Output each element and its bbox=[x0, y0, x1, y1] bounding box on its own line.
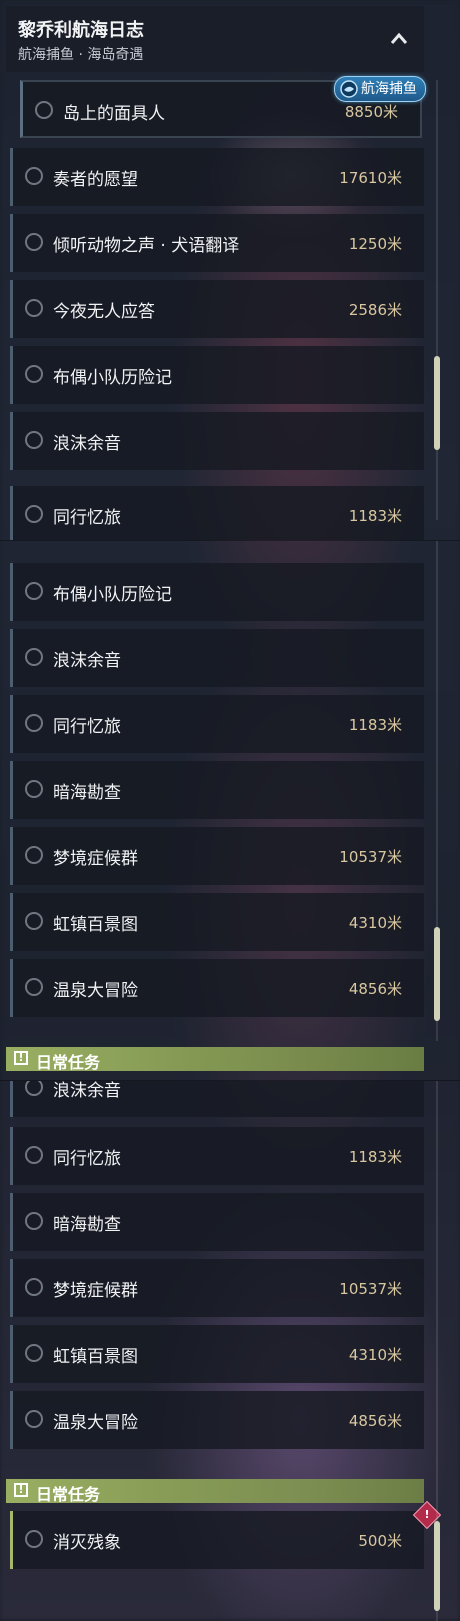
quest-checkbox[interactable] bbox=[25, 648, 43, 666]
quest-row[interactable]: 布偶小队历险记 bbox=[10, 346, 424, 404]
daily-tasks-label: 日常任务 bbox=[36, 1485, 101, 1504]
screenshot-segment-1: 黎乔利航海日志 航海捕鱼 · 海岛奇遇 岛上的面具人 8850米 航海捕鱼 奏者… bbox=[0, 0, 460, 540]
panel-title: 黎乔利航海日志 bbox=[18, 20, 144, 41]
quest-checkbox[interactable] bbox=[25, 167, 43, 185]
quest-title: 虹镇百景图 bbox=[53, 915, 138, 935]
quest-checkbox[interactable] bbox=[25, 846, 43, 864]
quest-title: 梦境症候群 bbox=[53, 1281, 138, 1301]
screenshot-segment-3: 浪沫余音 同行忆旅 1183米 暗海勘查 梦境症候群 10537米 虹镇百景图 … bbox=[0, 1080, 460, 1621]
quest-distance: 4310米 bbox=[348, 1346, 402, 1364]
quest-checkbox[interactable] bbox=[25, 1212, 43, 1230]
quest-row[interactable]: 温泉大冒险 4856米 bbox=[10, 1391, 424, 1449]
quest-checkbox[interactable] bbox=[25, 1081, 43, 1096]
quest-title: 温泉大冒险 bbox=[53, 1413, 138, 1433]
quest-title: 奏者的愿望 bbox=[53, 170, 138, 190]
quest-title: 温泉大冒险 bbox=[53, 981, 138, 1001]
quest-title: 今夜无人应答 bbox=[53, 302, 155, 322]
quest-row[interactable]: 虹镇百景图 4310米 bbox=[10, 893, 424, 951]
quest-checkbox[interactable] bbox=[25, 780, 43, 798]
quest-row[interactable]: 暗海勘查 bbox=[10, 761, 424, 819]
quest-checkbox[interactable] bbox=[25, 978, 43, 996]
quest-title: 梦境症候群 bbox=[53, 849, 138, 869]
quest-distance: 10537米 bbox=[339, 1280, 402, 1298]
quest-checkbox[interactable] bbox=[25, 912, 43, 930]
quest-distance: 17610米 bbox=[339, 169, 402, 187]
quest-title: 消灭残象 bbox=[53, 1533, 121, 1553]
quest-distance: 4856米 bbox=[348, 980, 402, 998]
quest-title: 倾听动物之声 · 犬语翻译 bbox=[53, 236, 240, 256]
quest-checkbox[interactable] bbox=[25, 365, 43, 383]
quest-row[interactable]: 浪沫余音 bbox=[10, 629, 424, 687]
scrollbar-track[interactable] bbox=[436, 80, 438, 520]
daily-task-row[interactable]: 消灭残象 500米 bbox=[10, 1511, 424, 1569]
quest-row[interactable]: 虹镇百景图 4310米 bbox=[10, 1325, 424, 1383]
quest-distance: 500米 bbox=[358, 1532, 402, 1550]
quest-distance: 1183米 bbox=[348, 1148, 402, 1166]
fishing-icon bbox=[340, 80, 358, 98]
quest-checkbox[interactable] bbox=[25, 299, 43, 317]
chevron-up-icon[interactable] bbox=[388, 28, 410, 50]
scrollbar-thumb[interactable] bbox=[434, 1521, 440, 1611]
quest-checkbox[interactable] bbox=[25, 714, 43, 732]
quest-distance: 4310米 bbox=[348, 914, 402, 932]
quest-title: 布偶小队历险记 bbox=[53, 368, 172, 388]
quest-checkbox[interactable] bbox=[35, 101, 53, 119]
quest-title: 同行忆旅 bbox=[53, 717, 121, 737]
quest-distance: 1183米 bbox=[348, 716, 402, 734]
quest-title: 暗海勘查 bbox=[53, 1215, 121, 1235]
quest-title: 暗海勘查 bbox=[53, 783, 121, 803]
quest-title: 浪沫余音 bbox=[53, 434, 121, 454]
quest-checkbox[interactable] bbox=[25, 582, 43, 600]
quest-row[interactable]: 浪沫余音 bbox=[10, 1081, 424, 1117]
quest-checkbox[interactable] bbox=[25, 1344, 43, 1362]
fishing-tag: 航海捕鱼 bbox=[334, 76, 426, 102]
quest-checkbox[interactable] bbox=[25, 431, 43, 449]
scrollbar-thumb[interactable] bbox=[434, 927, 440, 1021]
quest-row[interactable]: 同行忆旅 1183米 bbox=[10, 486, 424, 540]
quest-distance: 8850米 bbox=[344, 103, 398, 121]
exclamation-icon: ! bbox=[14, 1051, 28, 1065]
quest-panel-header[interactable]: 黎乔利航海日志 航海捕鱼 · 海岛奇遇 bbox=[6, 6, 424, 72]
daily-tasks-header[interactable]: ! 日常任务 bbox=[6, 1479, 424, 1504]
quest-row[interactable]: 布偶小队历险记 bbox=[10, 563, 424, 621]
quest-title: 虹镇百景图 bbox=[53, 1347, 138, 1367]
quest-distance: 2586米 bbox=[348, 301, 402, 319]
quest-title: 布偶小队历险记 bbox=[53, 585, 172, 605]
quest-row[interactable]: 倾听动物之声 · 犬语翻译 1250米 bbox=[10, 214, 424, 272]
quest-title: 同行忆旅 bbox=[53, 508, 121, 528]
screenshot-segment-2: 布偶小队历险记 浪沫余音 同行忆旅 1183米 暗海勘查 梦境症候群 10537… bbox=[0, 540, 460, 1081]
panel-subtitle: 航海捕鱼 · 海岛奇遇 bbox=[18, 47, 144, 63]
daily-tasks-label: 日常任务 bbox=[36, 1053, 101, 1072]
quest-distance: 1183米 bbox=[348, 507, 402, 525]
quest-row[interactable]: 同行忆旅 1183米 bbox=[10, 695, 424, 753]
quest-checkbox[interactable] bbox=[25, 1530, 43, 1548]
quest-checkbox[interactable] bbox=[25, 505, 43, 523]
quest-row[interactable]: 今夜无人应答 2586米 bbox=[10, 280, 424, 338]
quest-checkbox[interactable] bbox=[25, 1146, 43, 1164]
quest-checkbox[interactable] bbox=[25, 1278, 43, 1296]
quest-checkbox[interactable] bbox=[25, 233, 43, 251]
quest-row[interactable]: 梦境症候群 10537米 bbox=[10, 1259, 424, 1317]
quest-row[interactable]: 奏者的愿望 17610米 bbox=[10, 148, 424, 206]
exclamation-icon: ! bbox=[14, 1483, 28, 1497]
quest-title: 同行忆旅 bbox=[53, 1149, 121, 1169]
quest-checkbox[interactable] bbox=[25, 1410, 43, 1428]
quest-title: 浪沫余音 bbox=[53, 1081, 121, 1101]
quest-row[interactable]: 同行忆旅 1183米 bbox=[10, 1127, 424, 1185]
quest-row[interactable]: 温泉大冒险 4856米 bbox=[10, 959, 424, 1017]
scrollbar-thumb[interactable] bbox=[434, 356, 440, 450]
quest-row[interactable]: 浪沫余音 bbox=[10, 412, 424, 470]
quest-title: 浪沫余音 bbox=[53, 651, 121, 671]
daily-tasks-header[interactable]: ! 日常任务 bbox=[6, 1047, 424, 1072]
quest-title: 岛上的面具人 bbox=[63, 104, 165, 124]
quest-row[interactable]: 梦境症候群 10537米 bbox=[10, 827, 424, 885]
fishing-tag-label: 航海捕鱼 bbox=[361, 81, 417, 97]
quest-distance: 4856米 bbox=[348, 1412, 402, 1430]
quest-row[interactable]: 暗海勘查 bbox=[10, 1193, 424, 1251]
quest-distance: 10537米 bbox=[339, 848, 402, 866]
quest-distance: 1250米 bbox=[348, 235, 402, 253]
